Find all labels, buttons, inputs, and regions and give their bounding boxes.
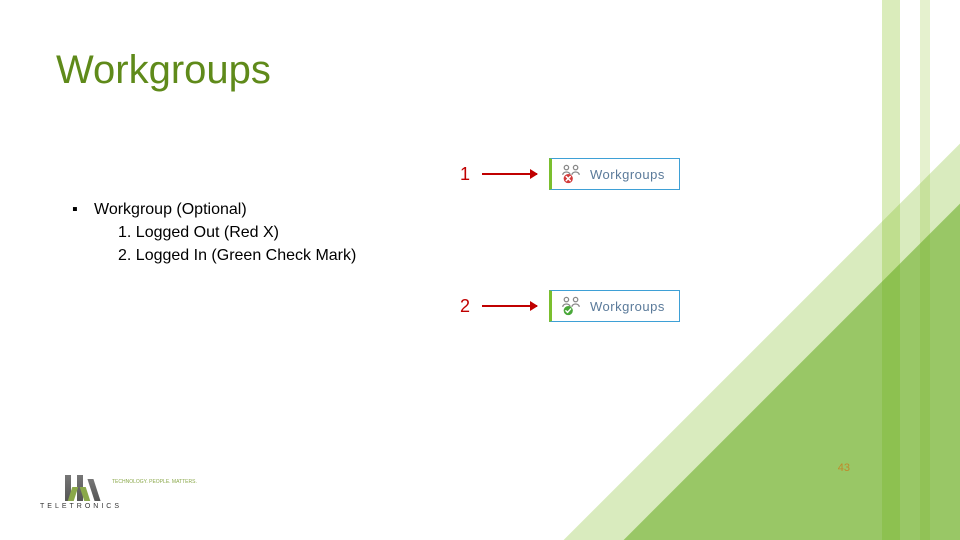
- example-1-number: 1: [460, 164, 470, 185]
- workgroup-card-label: Workgroups: [590, 167, 665, 182]
- example-1: 1 Workgroups: [460, 158, 680, 190]
- logo: TECHNOLOGY. PEOPLE. MATTERS. TELETRONICS: [40, 475, 122, 510]
- bullet-item-2: 2. Logged In (Green Check Mark): [72, 244, 356, 267]
- slide-title: Workgroups: [56, 48, 271, 93]
- group-x-icon: [560, 163, 582, 185]
- example-2: 2 Workgroups: [460, 290, 680, 322]
- logo-wordmark: TELETRONICS: [40, 503, 122, 510]
- bullet-item-1: 1. Logged Out (Red X): [72, 221, 356, 244]
- arrow-icon: [482, 173, 537, 175]
- logo-tagline: TECHNOLOGY. PEOPLE. MATTERS.: [112, 479, 197, 485]
- workgroup-card-logged-in: Workgroups: [549, 290, 680, 322]
- bullet-heading: Workgroup (Optional): [72, 198, 356, 221]
- group-check-icon: [560, 295, 582, 317]
- page-number: 43: [838, 462, 850, 474]
- workgroup-card-label: Workgroups: [590, 299, 665, 314]
- example-2-number: 2: [460, 296, 470, 317]
- logo-mark-icon: [65, 475, 97, 501]
- arrow-icon: [482, 305, 537, 307]
- bullet-block: Workgroup (Optional) 1. Logged Out (Red …: [72, 198, 356, 268]
- workgroup-card-logged-out: Workgroups: [549, 158, 680, 190]
